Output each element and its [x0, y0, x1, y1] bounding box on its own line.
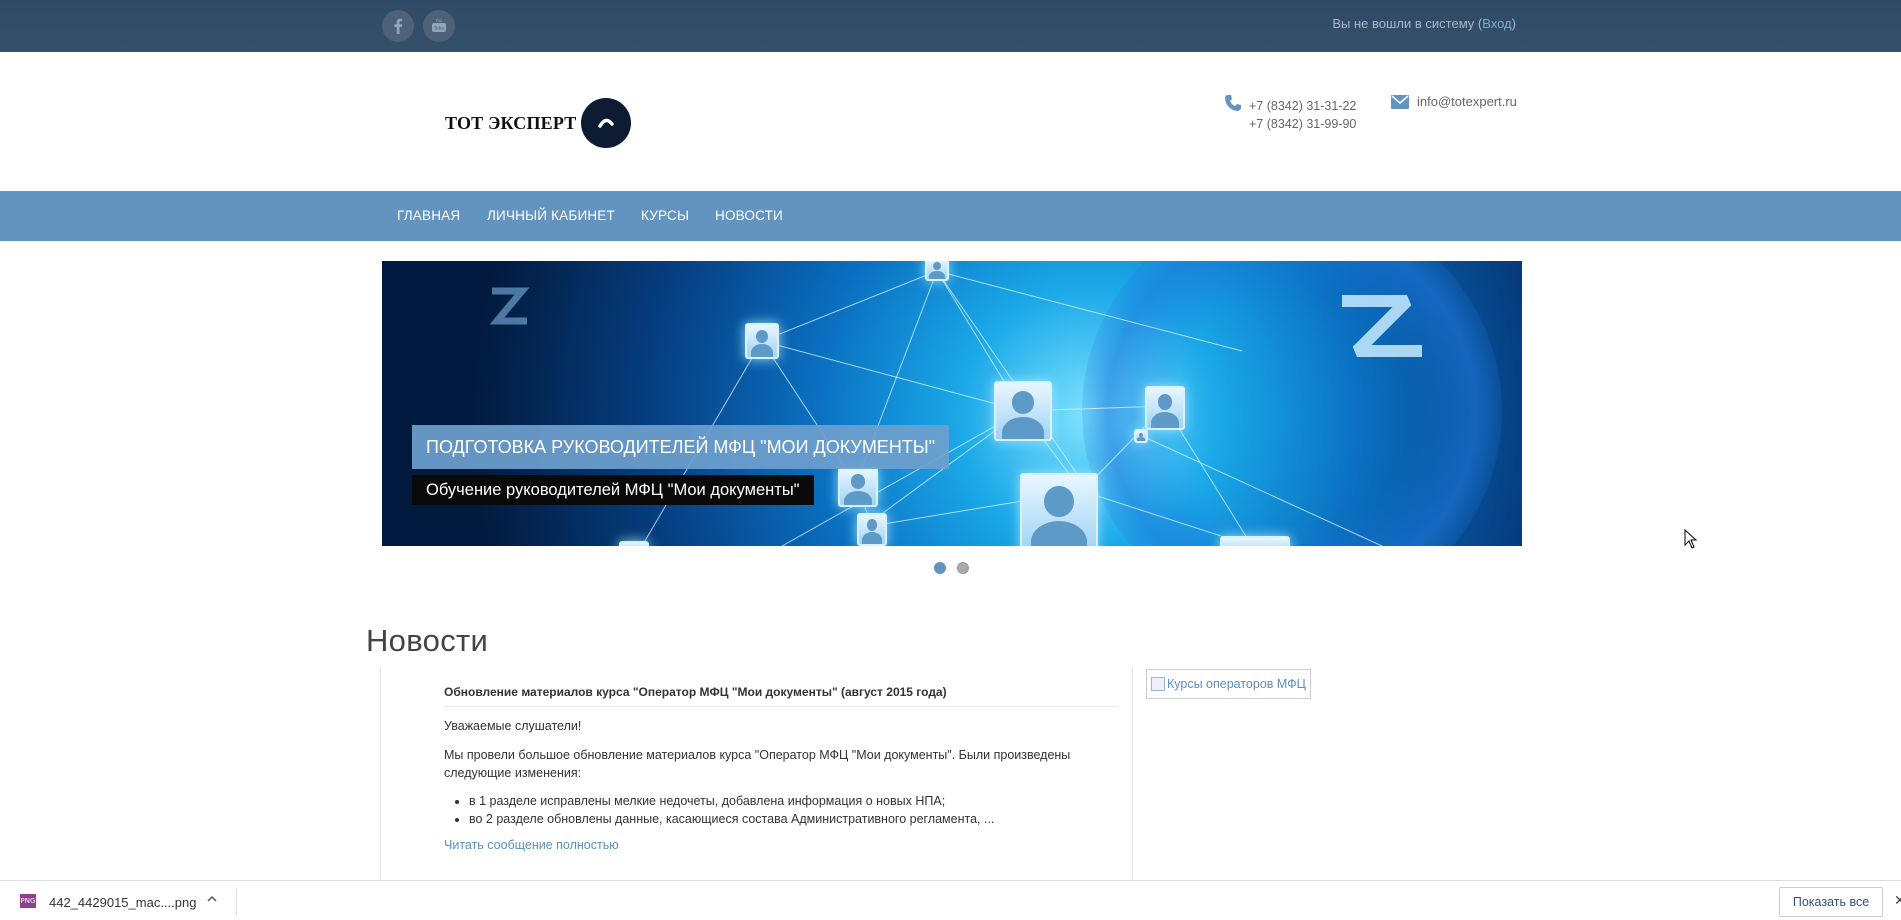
slider-dot-1[interactable]: [934, 562, 946, 574]
download-bar: PNG 442_4429015_mac....png Показать все …: [0, 880, 1901, 920]
main-nav: ГЛАВНАЯ ЛИЧНЫЙ КАБИНЕТ КУРСЫ НОВОСТИ: [0, 191, 1901, 241]
phone-numbers: +7 (8342) 31-31-22 +7 (8342) 31-99-90: [1249, 97, 1356, 133]
nav-item-cabinet[interactable]: ЛИЧНЫЙ КАБИНЕТ: [487, 208, 615, 223]
phone-number-2[interactable]: +7 (8342) 31-99-90: [1249, 115, 1356, 133]
read-more-link[interactable]: Читать сообщение полностью: [444, 838, 619, 852]
close-icon[interactable]: ✕: [1894, 892, 1901, 909]
news-heading: Новости: [366, 623, 489, 658]
mouse-cursor-icon: [1684, 529, 1698, 549]
hero-slider[interactable]: ПОДГОТОВКА РУКОВОДИТЕЛЕЙ МФЦ "МОИ ДОКУМЕ…: [382, 261, 1522, 546]
nav-item-news[interactable]: НОВОСТИ: [715, 208, 783, 223]
site-header: ТОТ ЭКСПЕРТ +7 (8342) 31-31-22 +7 (8342)…: [0, 52, 1901, 191]
slide-caption-title: ПОДГОТОВКА РУКОВОДИТЕЛЕЙ МФЦ "МОИ ДОКУМЕ…: [412, 425, 950, 469]
phone-icon: [1225, 95, 1241, 111]
news-left-border: [380, 668, 381, 880]
broken-image-icon: [1151, 677, 1165, 691]
nav-item-home[interactable]: ГЛАВНАЯ: [397, 208, 460, 223]
login-link[interactable]: Вход: [1482, 16, 1511, 31]
svg-text:Tube: Tube: [433, 26, 445, 32]
phone-number-1[interactable]: +7 (8342) 31-31-22: [1249, 97, 1356, 115]
mail-icon: [1391, 95, 1409, 109]
list-item: в 1 разделе исправлены мелкие недочеты, …: [469, 792, 994, 810]
login-prefix: Вы не вошли в систему (: [1332, 16, 1483, 31]
download-file-name[interactable]: 442_4429015_mac....png: [49, 895, 196, 910]
logo-mark[interactable]: [581, 98, 631, 148]
download-separator: [236, 889, 237, 915]
svg-text:You: You: [435, 18, 443, 23]
list-item: во 2 разделе обновлены данные, касающиес…: [469, 810, 994, 828]
logo-text[interactable]: ТОТ ЭКСПЕРТ: [445, 113, 577, 134]
side-banner-image[interactable]: Курсы операторов МФЦ: [1146, 669, 1311, 699]
article-title[interactable]: Обновление материалов курса "Оператор МФ…: [444, 685, 947, 699]
show-all-button[interactable]: Показать все: [1779, 887, 1883, 917]
top-bar: You Tube Вы не вошли в систему (Вход): [0, 0, 1901, 52]
article-divider: [444, 706, 1117, 707]
chevron-up-icon[interactable]: [207, 893, 217, 907]
nav-item-courses[interactable]: КУРСЫ: [641, 208, 689, 223]
login-status: Вы не вошли в систему (Вход): [1332, 16, 1516, 31]
logo-arc-icon: [598, 118, 614, 128]
article-body: Мы провели большое обновление материалов…: [444, 748, 1071, 780]
news-column-divider: [1132, 668, 1133, 880]
facebook-icon[interactable]: [382, 10, 414, 42]
youtube-icon[interactable]: You Tube: [423, 10, 455, 42]
slide-caption-subtitle: Обучение руководителей МФЦ "Мои документ…: [412, 475, 814, 505]
slider-dot-2[interactable]: [957, 562, 969, 574]
side-image-alt: Курсы операторов МФЦ: [1167, 677, 1306, 691]
article-greeting: Уважаемые слушатели!: [444, 719, 582, 733]
email-link[interactable]: info@totexpert.ru: [1417, 94, 1517, 109]
article-bullet-list: в 1 разделе исправлены мелкие недочеты, …: [469, 792, 994, 828]
png-file-icon: PNG: [20, 894, 36, 908]
login-suffix: ): [1511, 16, 1516, 31]
